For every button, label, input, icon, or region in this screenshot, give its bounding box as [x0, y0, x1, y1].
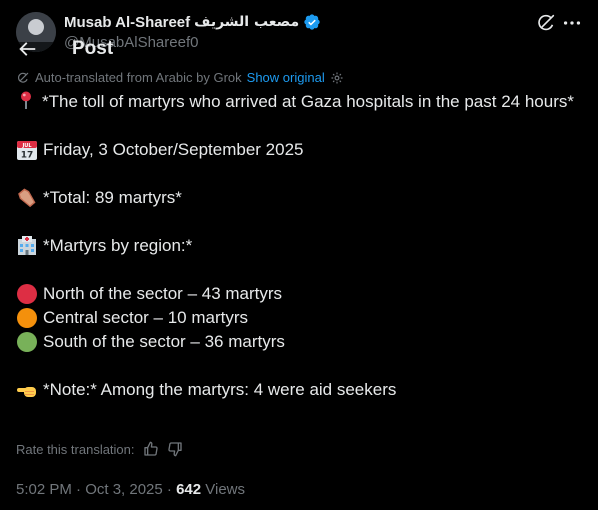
grok-icon[interactable] — [535, 12, 557, 34]
post-date-text: Friday, 3 October/September 2025 — [43, 140, 304, 159]
coffin-icon — [16, 187, 38, 209]
calendar-day-label: 17 — [21, 151, 34, 161]
more-options-icon[interactable] — [561, 12, 583, 34]
author-name[interactable]: Musab Al-Shareef — [64, 14, 190, 31]
post-line-region-central: Central sector – 10 martyrs — [16, 306, 576, 330]
post-body: *The toll of martyrs who arrived at Gaza… — [16, 90, 576, 402]
back-arrow-icon[interactable] — [16, 38, 38, 60]
post-line-headline: *The toll of martyrs who arrived at Gaza… — [16, 90, 576, 114]
calendar-icon: JUL 17 — [16, 139, 38, 161]
show-original-link[interactable]: Show original — [247, 70, 325, 85]
region-north-text: North of the sector – 43 martyrs — [43, 284, 283, 303]
red-circle-icon — [16, 283, 38, 305]
post-line-region-north: North of the sector – 43 martyrs — [16, 282, 576, 306]
post-line-region-south: South of the sector – 36 martyrs — [16, 330, 576, 354]
grok-translate-icon — [16, 71, 30, 85]
post-line-date: JUL 17 Friday, 3 October/September 2025 — [16, 138, 576, 162]
orange-circle-icon — [16, 307, 38, 329]
round-pushpin-icon — [16, 90, 36, 110]
translation-notice: Auto-translated from Arabic by Grok Show… — [16, 70, 344, 85]
post-meta-row: 5:02 PM · Oct 3, 2025 · 642 Views — [16, 481, 245, 498]
post-region-header-text: *Martyrs by region:* — [43, 236, 193, 255]
post-note-text: *Note:* Among the martyrs: 4 were aid se… — [43, 380, 397, 399]
rate-translation-row: Rate this translation: — [16, 441, 183, 457]
author-name-arabic[interactable]: مصعب الشريف — [194, 14, 299, 30]
post-total-text: *Total: 89 martyrs* — [43, 188, 182, 207]
post-line-region-header: *Martyrs by region:* — [16, 234, 576, 258]
post-timestamp[interactable]: 5:02 PM · Oct 3, 2025 · — [16, 481, 176, 498]
post-line-total: *Total: 89 martyrs* — [16, 186, 576, 210]
post-header: Musab Al-Shareef مصعب الشريف @MusabAlSha… — [0, 0, 598, 68]
region-south-text: South of the sector – 36 martyrs — [43, 332, 285, 351]
post-line-note: *Note:* Among the martyrs: 4 were aid se… — [16, 378, 576, 402]
post-headline-text: *The toll of martyrs who arrived at Gaza… — [42, 92, 574, 111]
views-label: Views — [201, 481, 246, 498]
translation-notice-text: Auto-translated from Arabic by Grok — [35, 70, 242, 85]
backhand-index-pointing-left-icon — [16, 379, 38, 401]
green-circle-icon — [16, 331, 38, 353]
calendar-month-label: JUL — [21, 143, 32, 149]
author-name-row[interactable]: Musab Al-Shareef مصعب الشريف — [64, 13, 321, 31]
translation-settings-icon[interactable] — [330, 71, 344, 85]
region-central-text: Central sector – 10 martyrs — [43, 308, 249, 327]
thumbs-up-icon[interactable] — [143, 441, 159, 457]
rate-translation-label: Rate this translation: — [16, 441, 135, 457]
thumbs-down-icon[interactable] — [167, 441, 183, 457]
page-title: Post — [72, 38, 114, 59]
verified-badge-icon — [303, 13, 321, 31]
views-count: 642 — [176, 481, 202, 498]
hospital-icon — [16, 235, 38, 257]
